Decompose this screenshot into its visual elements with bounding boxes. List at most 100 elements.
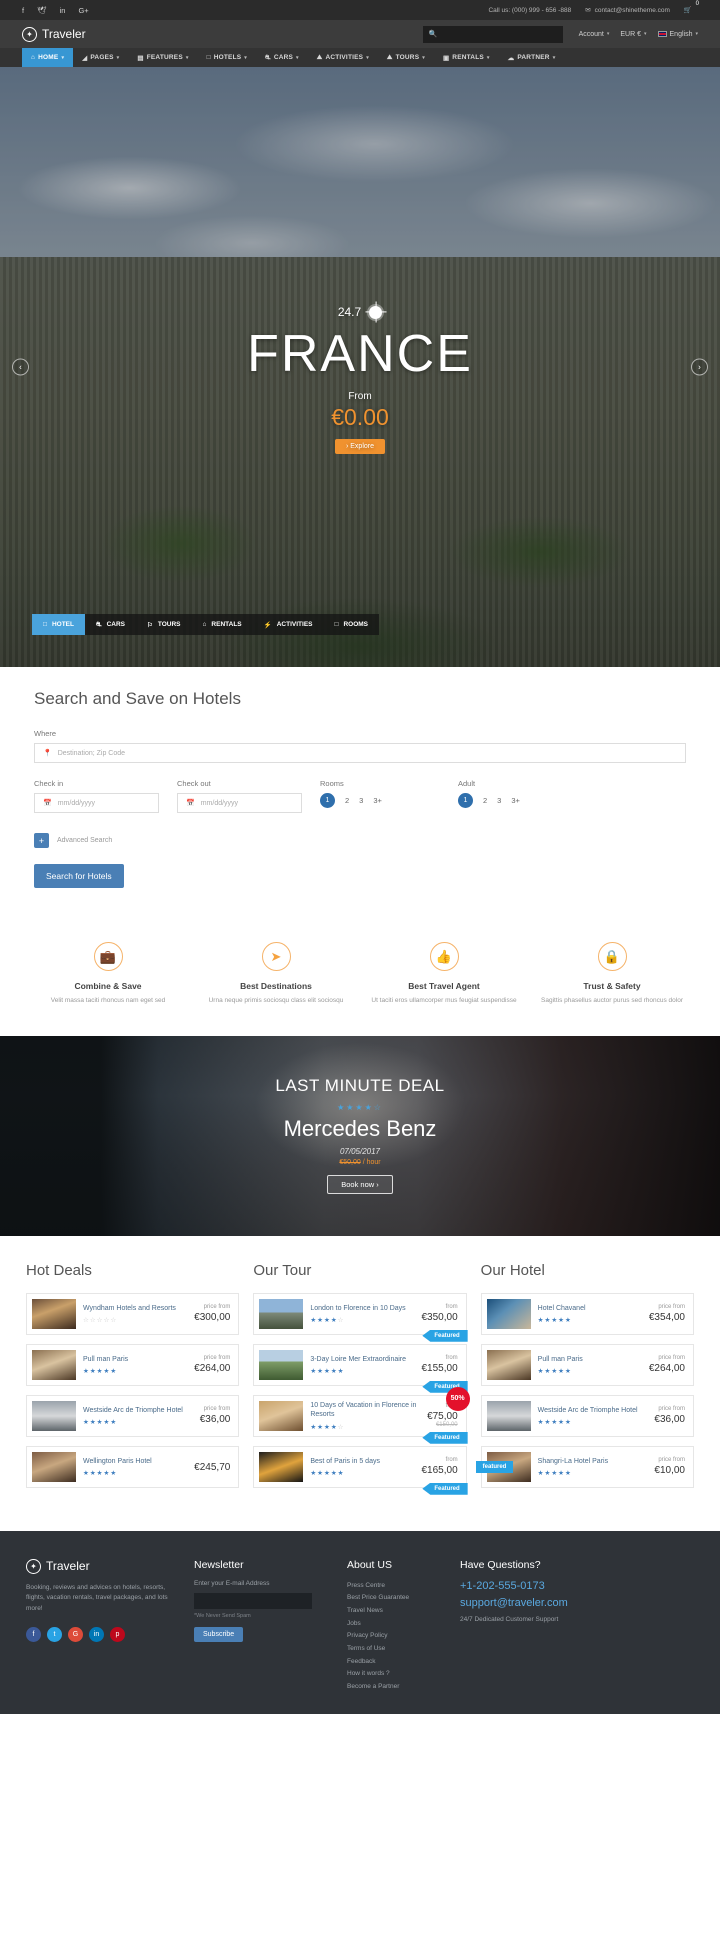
search-tab-cars[interactable]: ⛐ CARS [85,614,136,635]
listing-name[interactable]: 3-Day Loire Mer Extraordinaire [310,1355,414,1364]
rooms-option-3plus[interactable]: 3+ [373,796,382,805]
nav-item-pages[interactable]: ◢ PAGES ▾ [73,48,128,67]
facebook-icon[interactable]: f [22,6,24,15]
listing-name[interactable]: Wyndham Hotels and Resorts [83,1304,187,1313]
footer-email-link[interactable]: support@traveler.com [460,1597,694,1609]
footer-logo[interactable]: ✦ Traveler [26,1558,176,1574]
nav-item-features[interactable]: ▤ FEATURES ▾ [128,48,197,67]
listing-name[interactable]: 10 Days of Vacation in Florence in Resor… [310,1401,420,1420]
listing-name[interactable]: Pull man Paris [538,1355,642,1364]
listing-card[interactable]: Westside Arc de Triomphe Hotel ★★★★★ price… [480,1394,694,1437]
facebook-icon[interactable]: f [26,1626,41,1642]
book-now-button[interactable]: Book now › [327,1174,393,1194]
chevron-down-icon: ▾ [606,31,610,37]
checkin-placeholder: mm/dd/yyyy [57,799,96,807]
footer-link[interactable]: Terms of Use [347,1643,442,1656]
hotel-icon: □ [206,54,211,61]
listing-name[interactable]: Hotel Chavanel [538,1304,642,1313]
search-tab-label: ROOMS [343,621,368,628]
search-tab-hotel[interactable]: □ HOTEL [32,614,85,635]
listing-card[interactable]: Pull man Paris ★★★★★ price from €264,00 [26,1343,240,1386]
checkin-input[interactable]: 📅 mm/dd/yyyy [34,793,159,813]
linkedin-icon[interactable]: in [89,1626,104,1642]
listing-name[interactable]: Westside Arc de Triomphe Hotel [538,1406,648,1415]
listing-name[interactable]: Wellington Paris Hotel [83,1457,187,1466]
rooms-option-2[interactable]: 2 [345,796,349,805]
twitter-icon[interactable]: 🕊 [37,6,47,15]
listing-name[interactable]: London to Florence in 10 Days [310,1304,414,1313]
nav-item-cars[interactable]: ⛐ CARS ▾ [256,48,308,67]
account-menu[interactable]: Account ▾ [579,31,610,38]
search-tab-rentals[interactable]: ⌂ RENTALS [191,614,252,635]
footer-link[interactable]: Press Centre [347,1580,442,1593]
listing-card[interactable]: Westside Arc de Triomphe Hotel ★★★★★ price… [26,1394,240,1437]
nav-item-rentals[interactable]: ▣ RENTALS ▾ [434,48,499,67]
googleplus-icon[interactable]: G+ [78,6,88,15]
nav-item-partner[interactable]: ☁ PARTNER ▾ [499,48,565,67]
listing-card[interactable]: 50% 10 Days of Vacation in Florence in Re… [253,1386,470,1444]
flag-icon: ⚐ [147,621,153,629]
search-input[interactable]: 🔍 [422,25,563,43]
destination-input[interactable]: 📍 Destination; Zip Code [34,743,686,763]
search-tab-rooms[interactable]: □ ROOMS [324,614,380,635]
feature-description: Velit massa taciti rhoncus nam eget sed [50,997,166,1004]
newsletter-email-input[interactable] [194,1592,312,1609]
listing-rating-stars: ★★★★☆ [310,1316,345,1324]
phone-text: Call us: (000) 999 - 656 -888 [488,6,572,14]
listing-card[interactable]: Pull man Paris ★★★★★ price from €264,00 [480,1343,694,1386]
subscribe-button[interactable]: Subscribe [194,1626,244,1642]
logo[interactable]: ✦ Traveler [22,26,86,42]
footer-link[interactable]: Privacy Policy [347,1630,442,1643]
adult-option-3[interactable]: 3 [497,796,501,805]
linkedin-icon[interactable]: in [60,6,66,15]
footer-link[interactable]: Become a Partner [347,1681,442,1694]
listing-card[interactable]: Hotel Chavanel ★★★★★ price from €354,00 [480,1292,694,1335]
footer-phone-link[interactable]: +1-202-555-0173 [460,1580,694,1592]
language-menu[interactable]: English ▾ [657,31,698,38]
search-tab-activities[interactable]: ⚡ ACTIVITIES [253,614,324,635]
search-submit-button[interactable]: Search for Hotels [34,864,124,888]
listing-name[interactable]: Westside Arc de Triomphe Hotel [83,1406,193,1415]
nav-item-tours[interactable]: ⛰ TOURS ▾ [378,48,434,67]
listing-card[interactable]: Best of Paris in 5 days ★★★★★ from €165,00 F… [253,1445,468,1495]
checkout-input[interactable]: 📅 mm/dd/yyyy [177,793,302,813]
feature-title: Best Destinations [240,981,312,991]
pinterest-icon[interactable]: p [110,1626,125,1642]
listing-card[interactable]: Wellington Paris Hotel ★★★★★ €245,70 [26,1445,240,1488]
listing-card[interactable]: 3-Day Loire Mer Extraordinaire ★★★★★ from €… [253,1343,468,1393]
cart-button[interactable]: 🛒 0 [684,1,699,14]
listing-card[interactable]: London to Florence in 10 Days ★★★★☆ from €3… [253,1292,468,1342]
price-value: €264,00 [648,1363,685,1375]
listing-name[interactable]: Pull man Paris [83,1355,187,1364]
site-footer: ✦ Traveler Booking, reviews and advices … [0,1530,720,1714]
twitter-icon[interactable]: t [47,1626,62,1642]
currency-menu[interactable]: EUR € ▾ [620,31,646,38]
advanced-search-toggle[interactable]: + Advanced Search [34,833,686,848]
footer-link[interactable]: Jobs [347,1618,442,1631]
adult-option-2[interactable]: 2 [483,796,487,805]
explore-button[interactable]: › Explore [334,439,385,455]
rooms-option-3[interactable]: 3 [359,796,363,805]
listing-card[interactable]: Wyndham Hotels and Resorts ☆☆☆☆☆ price fro… [26,1292,240,1335]
deal-item-name: Mercedes Benz [283,1115,437,1141]
listing-thumbnail [259,1298,304,1329]
listing-name[interactable]: Shangri-La Hotel Paris [538,1457,648,1466]
footer-link[interactable]: Best Price Guarantee [347,1592,442,1605]
googleplus-icon[interactable]: G [68,1626,83,1642]
rooms-option-1[interactable]: 1 [320,793,335,808]
footer-link[interactable]: Travel News [347,1605,442,1618]
adult-option-3plus[interactable]: 3+ [511,796,520,805]
listing-card[interactable]: featured Shangri-La Hotel Paris ★★★★★ price… [475,1445,694,1488]
listing-name[interactable]: Best of Paris in 5 days [310,1457,414,1466]
price-value: €36,00 [654,1414,685,1426]
adult-option-1[interactable]: 1 [458,793,473,808]
email-link[interactable]: ✉ contact@shinetheme.com [585,6,670,15]
nav-item-activities[interactable]: ⛰ ACTIVITIES ▾ [308,48,378,67]
search-tab-tours[interactable]: ⚐ TOURS [136,614,191,635]
price-label: from [445,1457,458,1464]
listing-thumbnail [486,1298,531,1329]
nav-item-home[interactable]: ⌂ HOME ▾ [22,48,74,67]
footer-link[interactable]: How it words ? [347,1668,442,1681]
nav-item-hotels[interactable]: □ HOTELS ▾ [198,48,256,67]
footer-link[interactable]: Feedback [347,1656,442,1669]
